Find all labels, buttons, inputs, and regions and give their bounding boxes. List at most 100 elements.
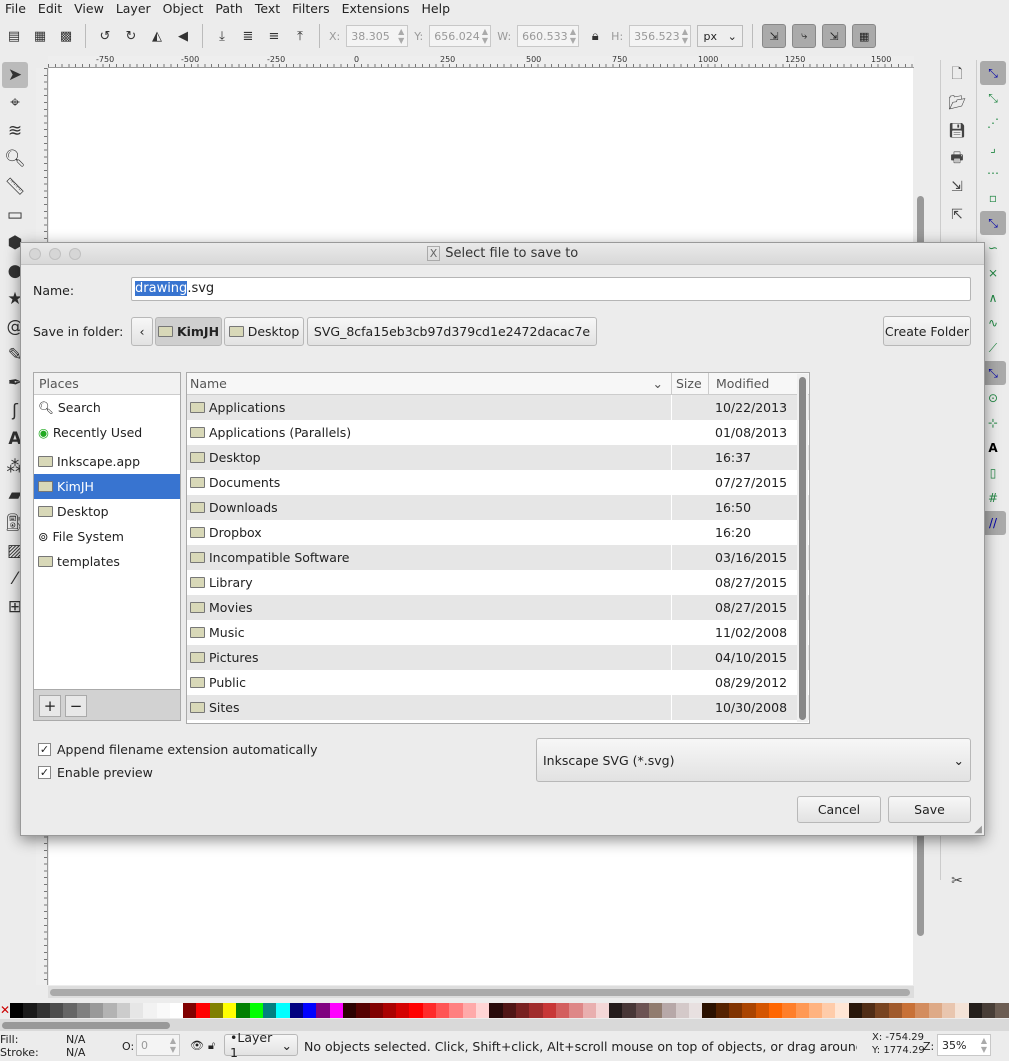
color-swatch[interactable] [489,1003,503,1018]
color-swatch[interactable] [888,1003,902,1018]
color-swatch[interactable] [183,1003,197,1018]
color-swatch[interactable] [169,1003,184,1018]
spin-arrows-icon[interactable]: ▲ ▼ [480,27,491,45]
file-row[interactable]: Documents 07/27/2015 [187,470,809,495]
color-swatch[interactable] [36,1003,50,1018]
save-icon[interactable]: 💾︎ [943,118,971,144]
snap-bbox-icon[interactable]: ⤡ [980,86,1006,110]
color-swatch[interactable] [675,1003,689,1018]
import-icon[interactable]: ⇲ [943,174,971,200]
cancel-button[interactable]: Cancel [797,796,881,823]
path-button-desktop[interactable]: Desktop [224,317,304,346]
file-row[interactable]: Sites 10/30/2008 [187,695,809,720]
color-swatch[interactable] [649,1003,663,1018]
color-swatch[interactable] [156,1003,170,1018]
color-swatch[interactable] [249,1003,263,1018]
color-swatch[interactable] [609,1003,623,1018]
place-desktop[interactable]: Desktop [34,499,180,524]
snap-bbox-corner-icon[interactable]: ⌟ [980,136,1006,160]
flip-vertical-icon[interactable]: ◀ [173,26,193,46]
color-swatch[interactable] [502,1003,516,1018]
color-swatch[interactable] [462,1003,476,1018]
color-swatch[interactable] [595,1003,610,1018]
color-swatch[interactable] [103,1003,117,1018]
enable-preview-checkbox[interactable]: ✓ Enable preview [38,765,153,780]
menu-text[interactable]: Text [250,0,287,18]
color-swatch[interactable] [236,1003,250,1018]
color-swatch[interactable] [263,1003,277,1018]
scrollbar-thumb[interactable] [50,989,910,996]
file-row[interactable]: Desktop 16:37 [187,445,809,470]
color-swatch[interactable] [755,1003,769,1018]
color-swatch[interactable] [995,1003,1009,1018]
minimize-window-button[interactable] [49,248,61,260]
w-input[interactable]: 660.533 ▲ ▼ [517,25,580,47]
path-back-button[interactable]: ‹ [131,317,153,346]
lower-to-bottom-icon[interactable]: ⤓ [212,26,232,46]
scrollbar-thumb[interactable] [2,1022,170,1029]
layer-select[interactable]: •Layer 1 ⌄ [224,1030,298,1060]
create-folder-button[interactable]: Create Folder [883,316,971,346]
raise-to-top-icon[interactable]: ⤒ [290,26,310,46]
path-button-kimjh[interactable]: KimJH [155,317,222,346]
remove-place-button[interactable]: − [65,695,87,717]
snap-nodes-icon[interactable]: ⤡ [980,211,1006,235]
preferences-icon[interactable]: ✂ [943,868,971,894]
open-icon[interactable]: 📂︎ [943,90,971,116]
color-swatch[interactable] [63,1003,77,1018]
color-swatch[interactable] [329,1003,343,1018]
color-swatch[interactable] [928,1003,942,1018]
color-swatch[interactable] [555,1003,570,1018]
color-swatch[interactable] [396,1003,410,1018]
color-swatch[interactable] [409,1003,423,1018]
export-icon[interactable]: ⇱ [943,202,971,228]
color-swatch[interactable] [143,1003,157,1018]
color-swatch[interactable] [209,1003,224,1018]
file-row[interactable]: Dropbox 16:20 [187,520,809,545]
node-tool-icon[interactable]: ⌖ [2,90,28,116]
maximize-window-button[interactable] [69,248,81,260]
selector-tool-icon[interactable]: ➤ [2,62,28,88]
color-swatch[interactable] [276,1003,290,1018]
menu-view[interactable]: View [69,0,111,18]
menu-object[interactable]: Object [158,0,211,18]
x-input[interactable]: 38.305 ▲ ▼ [346,25,409,47]
menu-help[interactable]: Help [417,0,458,18]
color-swatch[interactable] [662,1003,676,1018]
color-swatch[interactable] [835,1003,849,1018]
color-swatch[interactable] [968,1003,982,1018]
file-row[interactable]: Library 08/27/2015 [187,570,809,595]
file-row[interactable]: Movies 08/27/2015 [187,595,809,620]
transform-gradients-icon[interactable]: ⇲ [822,24,847,48]
append-extension-checkbox[interactable]: ✓ Append filename extension automatically [38,742,318,757]
menu-path[interactable]: Path [210,0,249,18]
h-input[interactable]: 356.523 ▲ ▼ [629,25,692,47]
column-name[interactable]: Name ⌄ [187,373,671,394]
column-size[interactable]: Size [671,373,708,394]
file-row[interactable]: Public 08/29/2012 [187,670,809,695]
color-swatch[interactable] [529,1003,543,1018]
save-button[interactable]: Save [888,796,971,823]
spin-arrows-icon[interactable]: ▲ ▼ [680,27,691,45]
menu-layer[interactable]: Layer [111,0,158,18]
menu-extensions[interactable]: Extensions [337,0,417,18]
scale-corners-icon[interactable]: ⤷ [792,24,817,48]
color-swatch[interactable] [89,1003,104,1018]
zoom-tool-icon[interactable]: 🔍︎ [2,146,28,172]
color-swatch[interactable] [862,1003,876,1018]
color-swatch[interactable] [23,1003,37,1018]
no-paint-swatch[interactable]: ✕ [0,1003,10,1018]
color-swatch[interactable] [955,1003,969,1018]
y-input[interactable]: 656.024 ▲ ▼ [429,25,492,47]
color-swatch[interactable] [196,1003,210,1018]
stroke-value[interactable]: N/A [66,1046,85,1059]
lower-icon[interactable]: ≣ [238,26,258,46]
visibility-icon[interactable]: 👁︎ [190,1039,204,1052]
color-swatch[interactable] [369,1003,383,1018]
fill-value[interactable]: N/A [66,1033,85,1046]
snap-enable-icon[interactable]: ⤡ [980,61,1006,85]
color-swatch[interactable] [795,1003,809,1018]
scrollbar-thumb[interactable] [799,377,806,720]
color-swatch[interactable] [622,1003,636,1018]
path-button-svg-folder[interactable]: SVG_8cfa15eb3cb97d379cd1e2472dacac7e [307,317,597,346]
